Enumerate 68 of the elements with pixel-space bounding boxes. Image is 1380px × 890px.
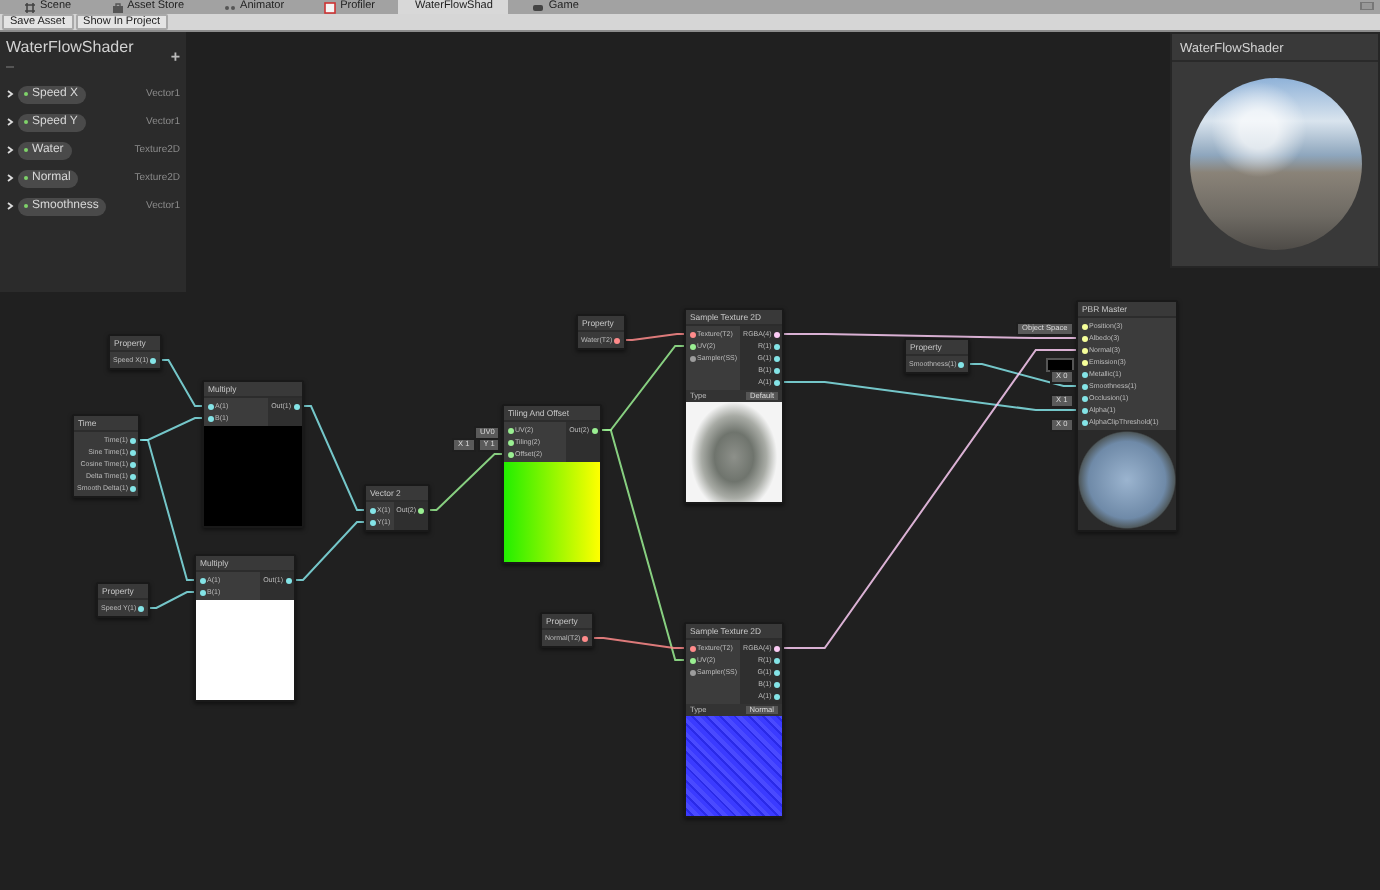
port-dot[interactable] — [138, 605, 145, 611]
port-dot[interactable] — [773, 355, 780, 361]
preview-area — [204, 426, 302, 526]
port-dot[interactable] — [689, 669, 695, 675]
port-dot[interactable] — [773, 331, 780, 337]
port-dot[interactable] — [773, 343, 780, 349]
sphere-preview — [1078, 430, 1176, 530]
connector-line — [298, 405, 370, 511]
port-dot[interactable] — [582, 635, 589, 641]
port-dot[interactable] — [773, 681, 780, 687]
chevron-right-icon[interactable] — [6, 202, 14, 210]
port-dot[interactable] — [773, 669, 780, 675]
chevron-right-icon[interactable] — [6, 118, 14, 126]
port-dot[interactable] — [1081, 335, 1087, 341]
port-dot[interactable] — [773, 693, 780, 699]
blackboard-title: WaterFlowShader — [6, 38, 134, 56]
port-dot[interactable] — [689, 343, 695, 349]
port-dot[interactable] — [129, 485, 136, 491]
port-dot[interactable] — [199, 589, 205, 595]
port-dot[interactable] — [369, 507, 375, 513]
add-button[interactable]: + — [170, 50, 180, 66]
port-dot[interactable] — [1081, 383, 1087, 389]
port-dot[interactable] — [129, 473, 136, 479]
port-dot[interactable] — [507, 439, 513, 445]
port-dot[interactable] — [689, 645, 695, 651]
chevron-right-icon[interactable] — [6, 174, 14, 182]
port-dot[interactable] — [1081, 419, 1087, 425]
port-dot[interactable] — [293, 403, 299, 409]
chevron-right-icon[interactable] — [6, 90, 14, 98]
port-dot[interactable] — [689, 657, 695, 663]
connector-line — [290, 521, 370, 581]
dots-icon — [224, 1, 237, 13]
port-dot[interactable] — [507, 451, 513, 457]
color-field[interactable] — [1046, 357, 1074, 371]
port-dot[interactable] — [1081, 407, 1087, 413]
preview-area — [196, 600, 294, 700]
photo-placeholder — [686, 402, 782, 502]
port-dot[interactable] — [773, 645, 780, 651]
port-dot[interactable] — [199, 577, 205, 583]
port-dot[interactable] — [1081, 371, 1087, 377]
port-dot[interactable] — [207, 403, 213, 409]
port-dot[interactable] — [129, 461, 136, 467]
port-dot[interactable] — [689, 331, 695, 337]
texture-preview — [686, 716, 782, 816]
port-dot[interactable] — [150, 357, 157, 363]
port-dot[interactable] — [207, 415, 213, 421]
chevron-right-icon[interactable] — [6, 146, 14, 154]
port-dot[interactable] — [773, 657, 780, 663]
port-dot[interactable] — [507, 427, 513, 433]
gradient-preview — [504, 462, 600, 562]
port-dot[interactable] — [418, 507, 425, 513]
gamepad-icon — [532, 1, 545, 13]
port-dot[interactable] — [614, 337, 621, 343]
port-dot[interactable] — [591, 427, 597, 433]
port-dot[interactable] — [285, 577, 291, 583]
port-dot[interactable] — [773, 367, 780, 373]
port-dot[interactable] — [369, 519, 375, 525]
port-dot[interactable] — [773, 379, 780, 385]
port-dot[interactable] — [1081, 359, 1087, 365]
port-dot[interactable] — [1081, 347, 1087, 353]
port-dot[interactable] — [958, 361, 965, 367]
port-dot[interactable] — [689, 355, 695, 361]
port-dot[interactable] — [1081, 395, 1087, 401]
port-dot[interactable] — [1081, 323, 1087, 329]
grid-icon — [24, 1, 36, 13]
port-dot[interactable] — [129, 449, 136, 455]
port-dot[interactable] — [129, 437, 136, 443]
bag-icon — [111, 1, 124, 13]
